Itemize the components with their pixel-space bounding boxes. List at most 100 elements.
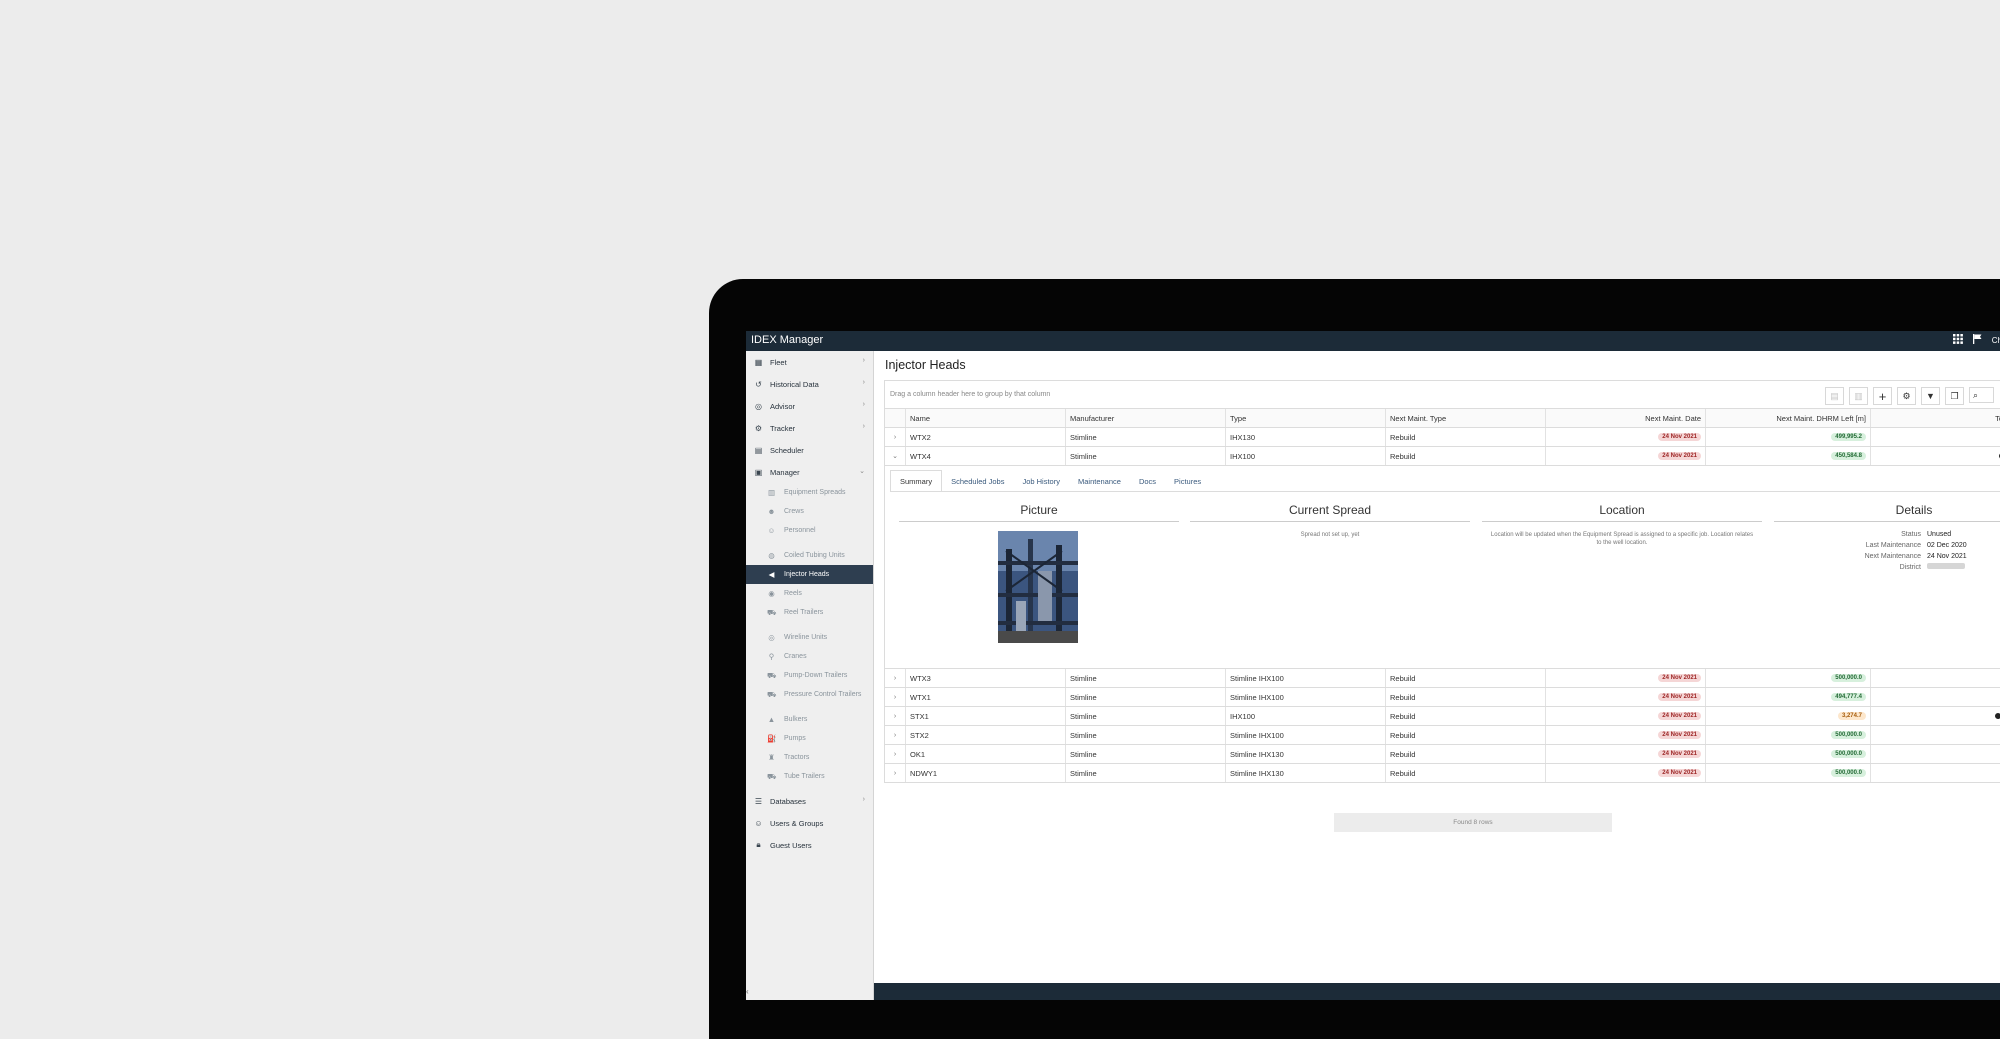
- detail-next-maintenance: Next Maintenance 24 Nov 2021: [1774, 551, 2000, 561]
- sidebar-top: ▦ Fleet › ↺ Historical Data › ◎ Advisor › ⚙ Tra…: [746, 351, 873, 483]
- cell-total: [1870, 428, 2000, 446]
- table-row[interactable]: › WTX2 Stimline IHX130 Rebuild 24 Nov 2021 499…: [884, 428, 2000, 447]
- sidebar-item-tracker[interactable]: ⚙ Tracker ›: [746, 417, 873, 439]
- equipment-photo[interactable]: [998, 531, 1078, 643]
- sidebar-item-tube-trailers[interactable]: ⛟ Tube Trailers: [746, 767, 873, 786]
- chevron-down-icon[interactable]: ⌄: [885, 447, 905, 465]
- cell-maint-type: Rebuild: [1385, 688, 1545, 706]
- column-header-dhrm-left[interactable]: Next Maint. DHRM Left [m]: [1705, 409, 1870, 427]
- sidebar-item-databases[interactable]: ☰ Databases ›: [746, 790, 873, 812]
- sidebar-item-fleet[interactable]: ▦ Fleet ›: [746, 351, 873, 373]
- sidebar-item-equipment-spreads[interactable]: ▥ Equipment Spreads: [746, 483, 873, 502]
- column-header-total[interactable]: Total: [1870, 409, 2000, 427]
- table-row[interactable]: › WTX1 Stimline Stimline IHX100 Rebuild 24 No…: [884, 688, 2000, 707]
- cell-type: Stimline IHX130: [1225, 764, 1385, 782]
- sidebar-item-scheduler[interactable]: ▤ Scheduler: [746, 439, 873, 461]
- chevron-right-icon[interactable]: ›: [885, 745, 905, 763]
- cell-dhrm-left: 450,584.8: [1705, 447, 1870, 465]
- sidebar-item-wireline-units[interactable]: ◎ Wireline Units: [746, 628, 873, 647]
- table-row[interactable]: › OK1 Stimline Stimline IHX130 Rebuild 24 Nov…: [884, 745, 2000, 764]
- sidebar-item-reel-trailers[interactable]: ⛟ Reel Trailers: [746, 603, 873, 622]
- dashboard-icon: ▦: [754, 357, 763, 367]
- sidebar-item-pumps[interactable]: ⛽ Pumps: [746, 729, 873, 748]
- chevron-right-icon[interactable]: ›: [885, 726, 905, 744]
- row-count-footer: Found 8 rows: [1334, 813, 1612, 832]
- table-row[interactable]: › STX2 Stimline Stimline IHX100 Rebuild 24 No…: [884, 726, 2000, 745]
- cell-total: [1870, 764, 2000, 782]
- chevron-right-icon: ›: [862, 401, 865, 408]
- cell-total: [1870, 726, 2000, 744]
- dhrm-badge: 499,995.2: [1831, 433, 1866, 441]
- add-icon[interactable]: +: [1873, 387, 1892, 405]
- sidebar-item-historical-data[interactable]: ↺ Historical Data ›: [746, 373, 873, 395]
- detail-panel: Summary Scheduled Jobs Job History Maint…: [884, 466, 2000, 669]
- detail-value: Unused: [1927, 530, 1952, 538]
- export-icon[interactable]: ▤: [1825, 387, 1844, 405]
- sidebar-item-label: Tracker: [770, 423, 796, 433]
- sidebar-item-pump-down-trailers[interactable]: ⛟ Pump-Down Trailers: [746, 666, 873, 685]
- sidebar-item-coiled-tubing-units[interactable]: ◍ Coiled Tubing Units: [746, 546, 873, 565]
- gear-icon[interactable]: ⚙: [1897, 387, 1916, 405]
- table-row[interactable]: ⌄ WTX4 Stimline IHX100 Rebuild 24 Nov 2021 450…: [884, 447, 2000, 466]
- sidebar-item-label: Cranes: [784, 653, 807, 660]
- tab-scheduled-jobs[interactable]: Scheduled Jobs: [942, 470, 1013, 492]
- sidebar-item-label: Pumps: [784, 735, 806, 742]
- cell-type: Stimline IHX130: [1225, 745, 1385, 763]
- columns-icon[interactable]: ❐: [1945, 387, 1964, 405]
- flag-icon[interactable]: [1972, 334, 1982, 347]
- sidebar-item-bulkers[interactable]: ▲ Bulkers: [746, 710, 873, 729]
- column-header-next-maint-type[interactable]: Next Maint. Type: [1385, 409, 1545, 427]
- sidebar-item-label: Tube Trailers: [784, 773, 825, 780]
- tab-pictures[interactable]: Pictures: [1165, 470, 1210, 492]
- sidebar-item-users-groups[interactable]: ☺ Users & Groups: [746, 812, 873, 834]
- sidebar-item-injector-heads[interactable]: ◀ Injector Heads: [746, 565, 873, 584]
- sidebar-item-label: Pressure Control Trailers: [784, 691, 862, 698]
- sidebar-item-label: Equipment Spreads: [784, 489, 846, 496]
- tab-summary[interactable]: Summary: [890, 470, 943, 492]
- table-row[interactable]: › STX1 Stimline IHX100 Rebuild 24 Nov 2021 3,2…: [884, 707, 2000, 726]
- truck-icon: ⛟: [767, 689, 777, 699]
- collapse-sidebar-icon[interactable]: ‹: [746, 987, 749, 996]
- sidebar-item-advisor[interactable]: ◎ Advisor ›: [746, 395, 873, 417]
- copy-icon[interactable]: ▥: [1849, 387, 1868, 405]
- sidebar-item-tractors[interactable]: ♜ Tractors: [746, 748, 873, 767]
- date-badge: 24 Nov 2021: [1658, 452, 1701, 460]
- sidebar-item-manager[interactable]: ▣ Manager ⌄: [746, 461, 873, 483]
- chevron-right-icon[interactable]: ›: [885, 764, 905, 782]
- column-header-next-maint-date[interactable]: Next Maint. Date: [1545, 409, 1705, 427]
- grid-rows-bottom: › WTX3 Stimline Stimline IHX100 Rebuild 24 No…: [884, 669, 2000, 783]
- chevron-right-icon[interactable]: ›: [885, 707, 905, 725]
- column-header-type[interactable]: Type: [1225, 409, 1385, 427]
- cell-name: OK1: [905, 745, 1065, 763]
- sidebar-item-reels[interactable]: ◉ Reels: [746, 584, 873, 603]
- cell-manufacturer: Stimline: [1065, 447, 1225, 465]
- current-spread-panel: Current Spread Spread not set up, yet: [1190, 503, 1470, 539]
- cell-maint-type: Rebuild: [1385, 428, 1545, 446]
- sidebar-item-personnel[interactable]: ☺ Personnel: [746, 521, 873, 540]
- user-menu[interactable]: Ch: [1992, 336, 2000, 345]
- expand-column-header: [885, 409, 905, 427]
- column-header-manufacturer[interactable]: Manufacturer: [1065, 409, 1225, 427]
- search-icon[interactable]: ⌕: [1969, 387, 1994, 403]
- group-icon: ☻: [767, 507, 776, 516]
- table-row[interactable]: › NDWY1 Stimline Stimline IHX130 Rebuild 24 N…: [884, 764, 2000, 783]
- tab-docs[interactable]: Docs: [1130, 470, 1165, 492]
- date-badge: 24 Nov 2021: [1658, 769, 1701, 777]
- sidebar-item-cranes[interactable]: ⚲ Cranes: [746, 647, 873, 666]
- status-dot: [1994, 713, 2000, 719]
- sidebar-item-crews[interactable]: ☻ Crews: [746, 502, 873, 521]
- chevron-right-icon[interactable]: ›: [885, 428, 905, 446]
- sidebar-item-guest-users[interactable]: 🔒︎ Guest Users: [746, 834, 873, 856]
- sidebar-item-label: Injector Heads: [784, 571, 830, 578]
- chevron-right-icon[interactable]: ›: [885, 688, 905, 706]
- chevron-right-icon[interactable]: ›: [885, 669, 905, 687]
- column-header-name[interactable]: Name: [905, 409, 1065, 427]
- sidebar-item-pressure-control-trailers[interactable]: ⛟ Pressure Control Trailers: [746, 685, 873, 704]
- table-row[interactable]: › WTX3 Stimline Stimline IHX100 Rebuild 24 No…: [884, 669, 2000, 688]
- tab-job-history[interactable]: Job History: [1013, 470, 1069, 492]
- tab-maintenance[interactable]: Maintenance: [1069, 470, 1130, 492]
- grid-icon[interactable]: [1952, 334, 1963, 347]
- history-icon: ↺: [755, 379, 762, 389]
- filter-icon[interactable]: ▼: [1921, 387, 1940, 405]
- group-by-panel[interactable]: Drag a column header here to group by th…: [884, 380, 2000, 410]
